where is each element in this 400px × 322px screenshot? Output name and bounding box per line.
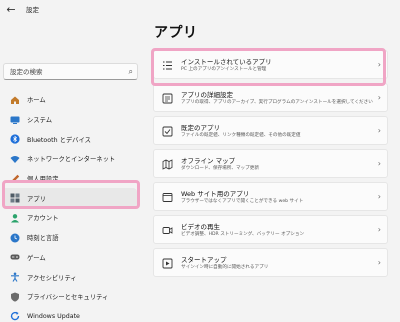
offline-maps-icon: [162, 159, 173, 170]
sidebar-item-label: Windows Update: [27, 312, 80, 320]
sidebar-item-network[interactable]: ネットワークとインターネット: [2, 149, 137, 169]
sidebar-item-label: ホーム: [27, 97, 46, 105]
sidebar-highlight: [2, 180, 140, 209]
card-title: アプリの詳細設定: [181, 91, 233, 99]
sidebar-item-label: 時刻と言語: [27, 235, 59, 243]
sidebar-item-label: プライバシーとセキュリティ: [27, 294, 109, 302]
advanced-settings-icon: [162, 93, 173, 104]
chevron-right-icon: ›: [377, 225, 381, 234]
card-startup[interactable]: スタートアップ サインイン時に自動的に開始されるアプリ ›: [153, 248, 388, 277]
chevron-right-icon: ›: [377, 192, 381, 201]
video-playback-icon: [162, 225, 173, 236]
sidebar-item-account[interactable]: アカウント: [2, 208, 137, 228]
chevron-right-icon: ›: [377, 126, 381, 135]
system-icon: [10, 115, 20, 125]
sidebar-item-time-language[interactable]: 時刻と言語: [2, 228, 137, 248]
web-apps-icon: [162, 192, 173, 203]
card-video-playback[interactable]: ビデオの再生 ビデオ調整、HDR ストリーミング、バッテリー オプション ›: [153, 215, 388, 244]
sidebar-item-accessibility[interactable]: アクセシビリティ: [2, 267, 137, 287]
chevron-right-icon: ›: [377, 93, 381, 102]
card-title: Web サイト用のアプリ: [181, 190, 250, 198]
card-highlight: [151, 48, 386, 86]
card-title: オフライン マップ: [181, 157, 236, 165]
sidebar-item-label: アカウント: [27, 215, 59, 223]
card-subtitle: アプリの取得、アプリのアーカイブ、実行プログラムのアンインストールを選択してくだ…: [181, 100, 373, 105]
search-box[interactable]: ⌕: [3, 63, 138, 80]
title-bar: ← 設定: [0, 0, 400, 20]
card-offline-maps[interactable]: オフライン マップ ダウンロード、保存場所、マップ更新 ›: [153, 149, 388, 178]
sidebar-item-label: ネットワークとインターネット: [27, 156, 116, 164]
sidebar-item-privacy[interactable]: プライバシーとセキュリティ: [2, 287, 137, 307]
sidebar-item-label: Bluetooth とデバイス: [27, 136, 91, 144]
sidebar-item-label: アクセシビリティ: [27, 274, 77, 282]
privacy-icon: [10, 292, 20, 302]
update-icon: [10, 311, 20, 321]
search-icon[interactable]: ⌕: [129, 67, 133, 77]
sidebar-item-label: システム: [27, 117, 52, 125]
card-web-apps[interactable]: Web サイト用のアプリ ブラウザーではなくアプリで開くことができる web サ…: [153, 182, 388, 211]
card-subtitle: サインイン時に自動的に開始されるアプリ: [181, 265, 269, 270]
card-subtitle: ブラウザーではなくアプリで開くことができる web サイト: [181, 199, 304, 204]
default-apps-icon: [162, 126, 173, 137]
bluetooth-icon: [10, 134, 20, 144]
card-subtitle: ファイルの既定値、リンク種類の既定値、その他の既定値: [181, 133, 301, 138]
card-subtitle: ダウンロード、保存場所、マップ更新: [181, 166, 259, 171]
search-input[interactable]: [10, 67, 120, 77]
sidebar-item-label: ゲーム: [27, 254, 46, 262]
card-title: ビデオの再生: [181, 223, 220, 231]
home-icon: [10, 95, 20, 105]
game-icon: [10, 252, 20, 262]
time-language-icon: [10, 233, 20, 243]
chevron-right-icon: ›: [377, 258, 381, 267]
card-advanced-settings[interactable]: アプリの詳細設定 アプリの取得、アプリのアーカイブ、実行プログラムのアンインスト…: [153, 83, 388, 112]
sidebar-item-bluetooth[interactable]: Bluetooth とデバイス: [2, 129, 137, 149]
account-icon: [10, 213, 20, 223]
back-button[interactable]: ←: [4, 3, 18, 17]
page-title: アプリ: [154, 25, 198, 41]
sidebar-item-home[interactable]: ホーム: [2, 90, 137, 110]
sidebar-item-windows-update[interactable]: Windows Update: [2, 307, 137, 322]
card-subtitle: ビデオ調整、HDR ストリーミング、バッテリー オプション: [181, 232, 305, 237]
startup-icon: [162, 258, 173, 269]
chevron-right-icon: ›: [377, 159, 381, 168]
card-default-apps[interactable]: 既定のアプリ ファイルの既定値、リンク種類の既定値、その他の既定値 ›: [153, 116, 388, 145]
sidebar-item-game[interactable]: ゲーム: [2, 248, 137, 268]
window-title: 設定: [26, 6, 39, 14]
accessibility-icon: [10, 272, 20, 282]
sidebar-item-system[interactable]: システム: [2, 110, 137, 130]
network-icon: [10, 154, 20, 164]
card-title: 既定のアプリ: [181, 124, 220, 132]
card-title: スタートアップ: [181, 256, 227, 264]
